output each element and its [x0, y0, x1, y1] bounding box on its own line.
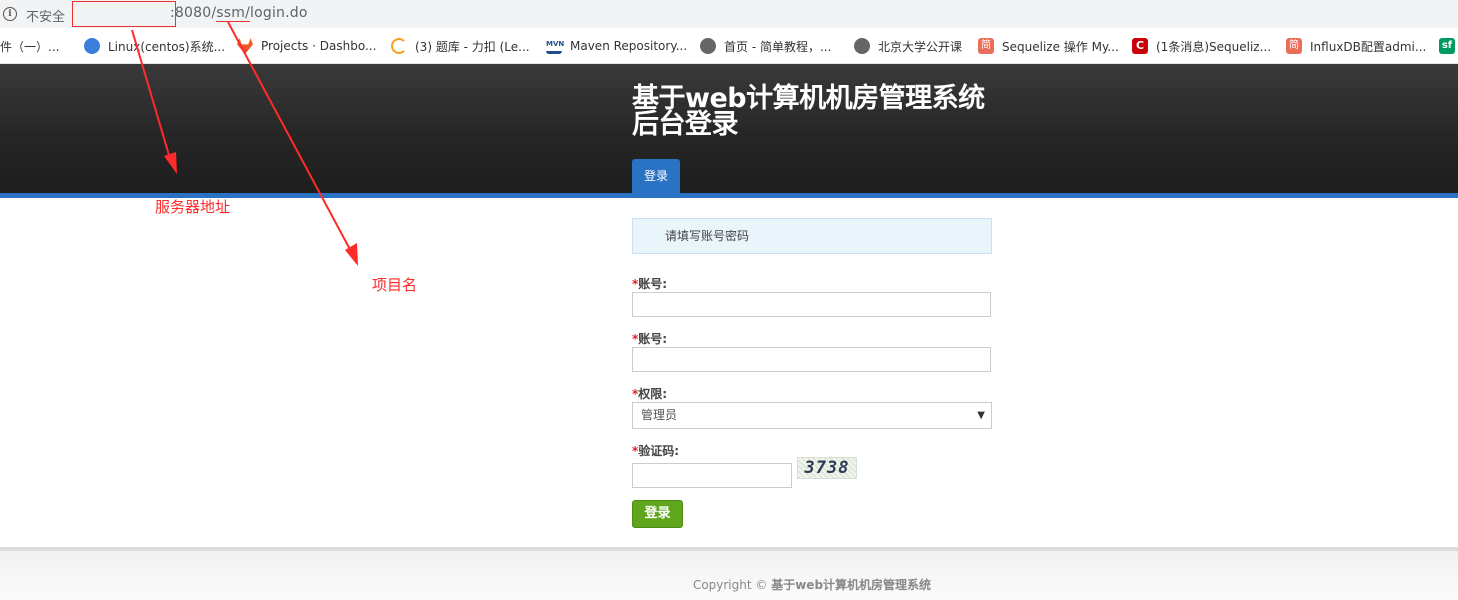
account-label-text: 账号:: [638, 277, 668, 291]
role-select[interactable]: 管理员 ▼: [632, 402, 992, 429]
copyright-name: 基于web计算机机房管理系统: [771, 578, 932, 592]
account-label: *账号:: [632, 275, 667, 292]
account-input[interactable]: [632, 292, 991, 317]
chevron-down-icon: ▼: [977, 410, 985, 421]
role-label-text: 权限:: [638, 387, 668, 401]
project-name-arrowhead: [345, 243, 358, 266]
server-address-arrow: [131, 29, 172, 163]
captcha-input[interactable]: [632, 463, 792, 488]
project-name-arrow: [227, 21, 354, 256]
annotation-server-address: 服务器地址: [155, 198, 231, 216]
captcha-label: *验证码:: [632, 442, 679, 459]
captcha-image[interactable]: 3738: [797, 457, 857, 479]
annotation-project-name: 项目名: [372, 276, 418, 294]
captcha-label-text: 验证码:: [638, 444, 680, 458]
role-selected-value: 管理员: [641, 408, 678, 422]
server-address-arrowhead: [164, 152, 177, 174]
role-label: *权限:: [632, 385, 667, 402]
password-label: *账号:: [632, 330, 667, 347]
form-notice: 请填写账号密码: [632, 218, 992, 254]
copyright: Copyright © 基于web计算机机房管理系统: [0, 576, 1458, 593]
login-button[interactable]: 登录: [632, 500, 683, 528]
password-label-text: 账号:: [638, 332, 668, 346]
password-input[interactable]: [632, 347, 991, 372]
copyright-prefix: Copyright ©: [692, 578, 768, 592]
